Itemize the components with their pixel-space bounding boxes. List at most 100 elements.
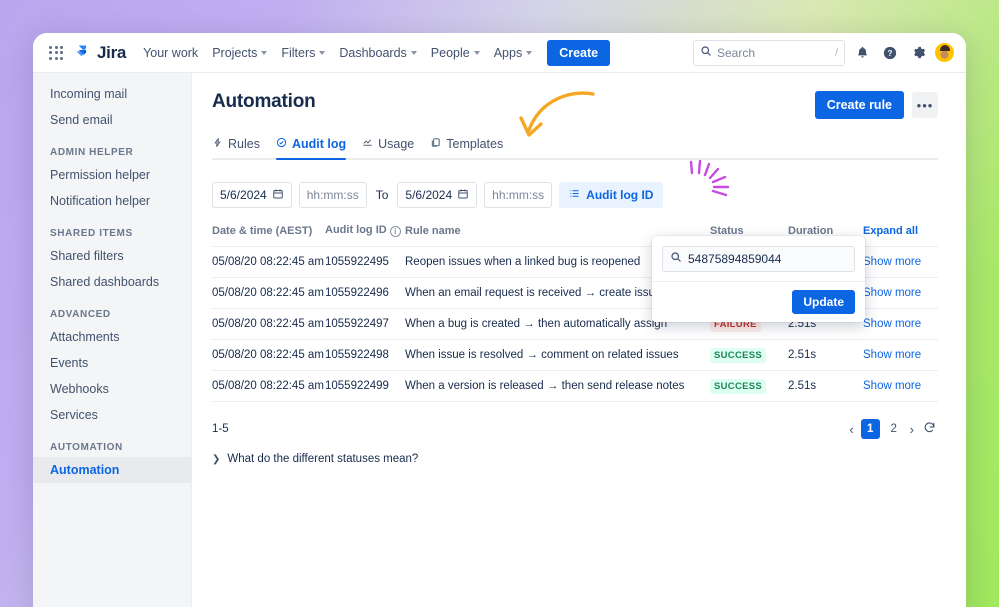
result-range: 1-5 (212, 423, 229, 435)
admin-sidebar: Incoming mail Send email ADMIN HELPER Pe… (33, 73, 192, 607)
jira-logo[interactable]: Jira (75, 42, 126, 64)
sidebar-section-advanced: ADVANCED (50, 309, 111, 320)
search-icon (700, 44, 712, 62)
cell-show-more[interactable]: Show more (863, 370, 938, 402)
sidebar-item-permission-helper[interactable]: Permission helper (33, 162, 191, 188)
show-more-link[interactable]: Show more (863, 380, 921, 392)
global-search-input[interactable]: Search / (693, 39, 845, 66)
sidebar-item-notification-helper[interactable]: Notification helper (33, 188, 191, 214)
sidebar-clipped-item (33, 73, 191, 81)
table-footer: 1-5 ‹ 1 2 › (212, 419, 938, 439)
notifications-bell-icon[interactable] (851, 42, 873, 64)
update-button[interactable]: Update (792, 290, 855, 314)
show-more-link[interactable]: Show more (863, 318, 921, 330)
table-row[interactable]: 05/08/20 08:22:45 am 1055922498 When iss… (212, 339, 938, 371)
statuses-explainer-label: What do the different statuses mean? (227, 453, 419, 465)
copy-icon (430, 137, 441, 151)
svg-text:?: ? (888, 49, 893, 58)
chevron-down-icon (410, 50, 417, 55)
page-title: Automation (212, 91, 316, 112)
date-to-value: 5/6/2024 (405, 188, 453, 202)
refresh-icon[interactable] (921, 421, 938, 437)
cell-audit-log-id: 1055922495 (325, 246, 405, 278)
expand-all-link[interactable]: Expand all (863, 224, 938, 247)
sidebar-item-attachments[interactable]: Attachments (33, 324, 191, 350)
nav-projects[interactable]: Projects (205, 41, 274, 65)
chevron-right-icon: ❯ (212, 453, 221, 465)
page-button-1[interactable]: 1 (860, 419, 880, 439)
cell-datetime: 05/08/20 08:22:45 am (212, 339, 325, 371)
chevron-down-icon (526, 50, 533, 55)
search-icon (670, 250, 682, 268)
audit-log-id-search-value: 54875894859044 (688, 252, 782, 266)
cell-show-more[interactable]: Show more (863, 246, 938, 278)
chevron-down-icon (473, 50, 480, 55)
sidebar-item-services[interactable]: Services (33, 402, 191, 428)
user-avatar[interactable] (935, 43, 954, 62)
sidebar-item-shared-dashboards[interactable]: Shared dashboards (33, 269, 191, 295)
create-button[interactable]: Create (547, 39, 611, 66)
sidebar-section-automation: AUTOMATION (50, 442, 123, 453)
cell-rule-name: When a version is released → then send r… (405, 370, 710, 402)
cell-rule-name: When issue is resolved → comment on rela… (405, 339, 710, 371)
jira-logo-icon (75, 42, 92, 64)
page-button-2[interactable]: 2 (885, 420, 903, 438)
settings-gear-icon[interactable] (907, 42, 929, 64)
statuses-explainer-toggle[interactable]: ❯ What do the different statuses mean? (212, 453, 938, 465)
tab-audit-log[interactable]: Audit log (275, 137, 347, 160)
nav-filters[interactable]: Filters (274, 41, 332, 65)
show-more-link[interactable]: Show more (863, 256, 921, 268)
sidebar-item-events[interactable]: Events (33, 350, 191, 376)
tab-usage[interactable]: Usage (362, 137, 414, 158)
nav-your-work[interactable]: Your work (136, 41, 205, 65)
show-more-link[interactable]: Show more (863, 287, 921, 299)
automation-tabs: Rules Audit log Usage Templates (212, 137, 938, 160)
table-row[interactable]: 05/08/20 08:22:45 am 1055922499 When a v… (212, 370, 938, 402)
col-datetime: Date & time (AEST) (212, 224, 325, 247)
bolt-icon (212, 137, 223, 151)
cell-audit-log-id: 1055922498 (325, 339, 405, 371)
time-to-input[interactable]: hh:mm:ss (484, 182, 553, 208)
time-from-input[interactable]: hh:mm:ss (298, 182, 367, 208)
cell-show-more[interactable]: Show more (863, 277, 938, 309)
nav-label: Apps (493, 45, 523, 60)
cell-show-more[interactable]: Show more (863, 308, 938, 340)
sidebar-item-shared-filters[interactable]: Shared filters (33, 243, 191, 269)
tab-templates[interactable]: Templates (430, 137, 503, 158)
nav-label: Projects (212, 45, 258, 60)
global-navigation-bar: Jira Your work Projects Filters Dashboar… (33, 33, 966, 73)
app-switcher-icon[interactable] (43, 40, 69, 66)
calendar-icon (457, 188, 469, 203)
sidebar-item-webhooks[interactable]: Webhooks (33, 376, 191, 402)
create-rule-button[interactable]: Create rule (814, 91, 904, 119)
nav-apps[interactable]: Apps (487, 41, 540, 65)
cell-datetime: 05/08/20 08:22:45 am (212, 308, 325, 340)
date-to-input[interactable]: 5/6/2024 (397, 182, 478, 208)
tab-rules[interactable]: Rules (212, 137, 260, 158)
col-audit-log-id-label: Audit log ID (325, 224, 387, 236)
chevron-right-icon[interactable]: › (908, 422, 916, 437)
status-badge: SUCCESS (710, 379, 767, 394)
time-from-placeholder: hh:mm:ss (306, 188, 359, 202)
audit-log-id-filter-label: Audit log ID (586, 188, 654, 202)
show-more-link[interactable]: Show more (863, 349, 921, 361)
nav-dashboards[interactable]: Dashboards (332, 41, 423, 65)
audit-log-id-search-input[interactable]: 54875894859044 (662, 246, 855, 272)
chevron-left-icon[interactable]: ‹ (847, 422, 855, 437)
brand-name: Jira (97, 42, 127, 62)
global-nav-right-group: Search / ? (693, 39, 954, 66)
info-icon[interactable]: i (389, 226, 401, 237)
tab-label: Audit log (291, 137, 347, 151)
sidebar-item-incoming-mail[interactable]: Incoming mail (33, 81, 191, 107)
cell-show-more[interactable]: Show more (863, 339, 938, 371)
more-actions-button[interactable]: ••• (912, 92, 938, 118)
date-from-input[interactable]: 5/6/2024 (212, 182, 292, 208)
sidebar-item-send-email[interactable]: Send email (33, 107, 191, 133)
help-question-icon[interactable]: ? (879, 42, 901, 64)
calendar-icon (272, 188, 284, 203)
sidebar-item-automation[interactable]: Automation (33, 457, 191, 483)
audit-log-id-filter-button[interactable]: Audit log ID (559, 182, 664, 208)
cell-audit-log-id: 1055922499 (325, 370, 405, 402)
date-from-value: 5/6/2024 (220, 188, 267, 202)
nav-people[interactable]: People (424, 41, 487, 65)
